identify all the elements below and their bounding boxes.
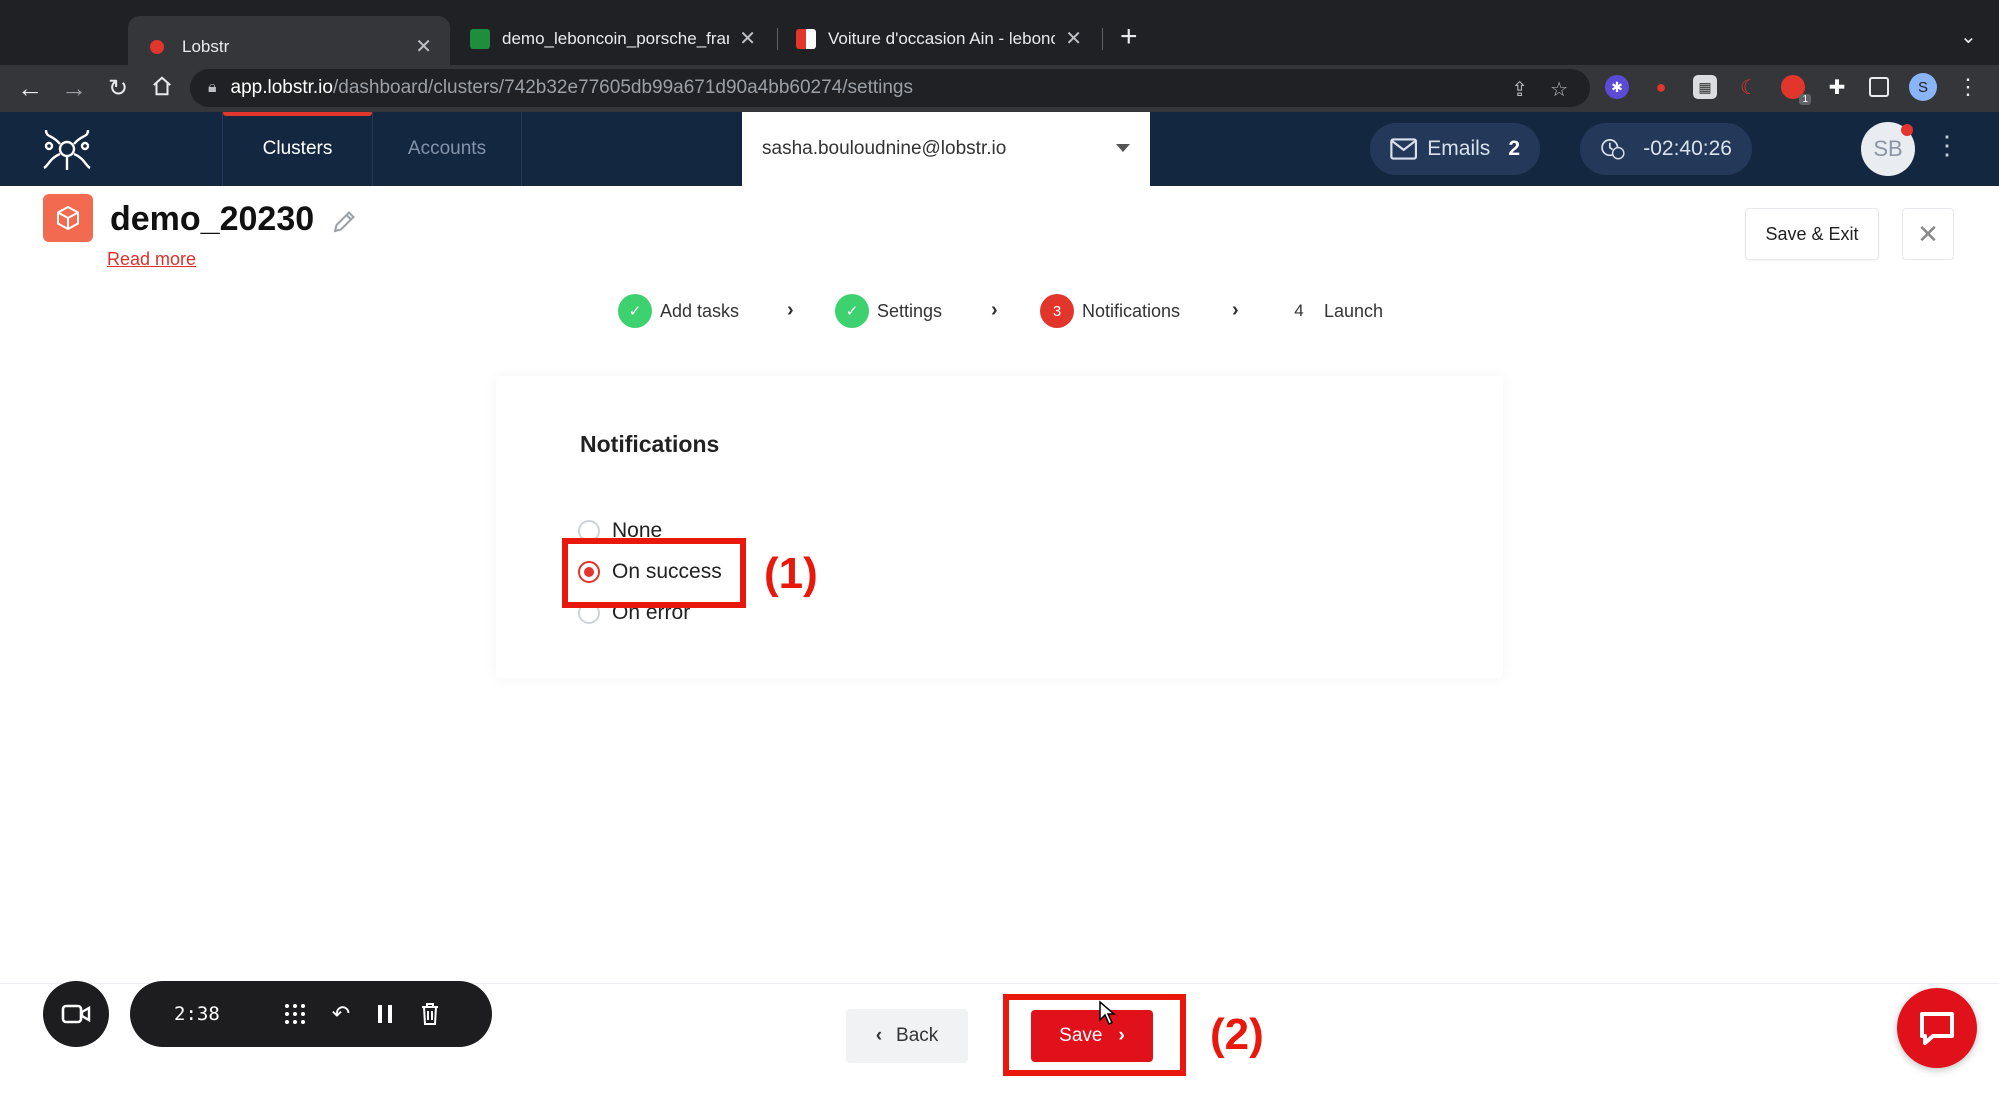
tab-title: Lobstr	[182, 36, 230, 56]
nav-tab-label: Accounts	[407, 138, 487, 159]
grid-dots-icon[interactable]	[284, 1003, 306, 1025]
back-button[interactable]: ‹ Back	[846, 1009, 968, 1063]
extension-badge-icon[interactable]: 1	[1781, 75, 1811, 105]
emails-label: Emails	[1427, 137, 1491, 160]
browser-profile-avatar[interactable]: S	[1909, 73, 1937, 101]
back-label: Back	[896, 1025, 939, 1046]
close-tab-icon[interactable]: ✕	[1065, 26, 1082, 51]
annotation-label-1: (1)	[764, 549, 818, 598]
read-more-link[interactable]: Read more	[107, 249, 196, 270]
tab-title: Voiture d'occasion Ain - leboncoin	[828, 28, 1056, 48]
step-number: 4	[1282, 294, 1316, 328]
extension-badge-count: 1	[1799, 94, 1811, 105]
undo-icon[interactable]: ↶	[332, 1001, 350, 1027]
annotation-label-2: (2)	[1210, 1010, 1264, 1059]
url-host: app.lobstr.io	[230, 77, 333, 98]
side-panel-icon[interactable]	[1869, 77, 1889, 97]
step-notifications[interactable]: 3 Notifications	[1040, 293, 1180, 329]
chat-support-button[interactable]	[1897, 988, 1977, 1068]
user-avatar[interactable]: SB	[1861, 122, 1915, 176]
checkmark-icon: ✓	[835, 294, 869, 328]
home-icon[interactable]	[140, 73, 184, 104]
step-label: Notifications	[1082, 300, 1181, 321]
step-label: Settings	[877, 300, 943, 321]
credits-timer[interactable]: -02:40:26	[1580, 123, 1752, 175]
account-email: sasha.bouloudnine@lobstr.io	[762, 138, 1007, 159]
leboncoin-favicon-icon	[796, 28, 816, 49]
forward-arrow-icon[interactable]: →	[52, 73, 96, 104]
puzzle-extensions-icon[interactable]: ✚	[1825, 75, 1849, 99]
back-arrow-icon[interactable]: ←	[8, 73, 52, 104]
extension-moon-icon[interactable]: ☾	[1737, 75, 1761, 99]
step-add-tasks[interactable]: ✓ Add tasks	[618, 293, 739, 329]
step-settings[interactable]: ✓ Settings	[835, 293, 942, 329]
url-path: /dashboard/clusters/742b32e77605db99a671…	[332, 77, 913, 98]
caret-down-icon	[1116, 144, 1130, 152]
close-tab-icon[interactable]: ✕	[415, 34, 432, 59]
checkmark-icon: ✓	[618, 294, 652, 328]
emails-count: 2	[1508, 137, 1520, 160]
pause-icon[interactable]	[376, 1003, 394, 1025]
bookmark-star-icon[interactable]: ☆	[1550, 77, 1568, 102]
envelope-icon	[1390, 138, 1418, 160]
notification-dot	[1901, 124, 1913, 136]
browser-tab-leboncoin[interactable]: Voiture d'occasion Ain - leboncoin ✕	[778, 16, 1100, 61]
share-icon[interactable]: ⇪	[1511, 77, 1528, 102]
camera-icon[interactable]	[43, 981, 109, 1047]
mouse-pointer-icon	[1099, 1000, 1116, 1026]
tab-search-chevron-icon[interactable]: ⌄	[1960, 24, 1977, 49]
nav-tab-accounts[interactable]: Accounts	[372, 112, 522, 186]
annotation-box-1	[562, 538, 746, 608]
avatar-initials: SB	[1873, 136, 1903, 161]
extension-red-icon[interactable]: ●	[1649, 75, 1673, 99]
extension-purple-icon[interactable]: ✱	[1605, 75, 1629, 99]
browser-menu-kebab-icon[interactable]: ⋮	[1957, 74, 1979, 100]
credits-timer-value: -02:40:26	[1643, 137, 1732, 160]
app-menu-kebab-icon[interactable]: ⋮	[1934, 132, 1960, 158]
trash-icon[interactable]	[420, 1002, 440, 1026]
emails-button[interactable]: Emails 2	[1370, 123, 1540, 175]
active-tab-indicator	[223, 112, 372, 116]
browser-tab-sheet[interactable]: demo_leboncoin_porsche_fran ✕	[452, 16, 774, 61]
recording-time: 2:38	[174, 1003, 220, 1025]
address-bar[interactable]: 🔒︎ app.lobstr.io/dashboard/clusters/742b…	[190, 69, 1590, 107]
close-tab-icon[interactable]: ✕	[739, 26, 756, 51]
lobstr-logo-icon[interactable]	[40, 124, 94, 174]
step-label: Launch	[1324, 300, 1384, 321]
nav-tab-label: Clusters	[262, 138, 333, 159]
tab-title: demo_leboncoin_porsche_fran	[502, 28, 730, 48]
extension-image-icon[interactable]: ▦	[1693, 75, 1717, 99]
recorder-controls: 2:38 ↶	[130, 981, 492, 1047]
chevron-left-icon: ‹	[875, 1025, 883, 1046]
chevron-right-icon: ›	[787, 299, 794, 321]
pencil-icon[interactable]	[330, 208, 358, 236]
chevron-right-icon: ›	[1232, 299, 1239, 321]
close-icon[interactable]: ✕	[1902, 208, 1954, 260]
lobstr-favicon-icon	[150, 39, 164, 54]
account-select[interactable]: sasha.bouloudnine@lobstr.io	[742, 112, 1150, 186]
chevron-right-icon: ›	[991, 299, 998, 321]
tab-separator	[1102, 28, 1103, 50]
step-launch[interactable]: 4 Launch	[1282, 293, 1383, 329]
step-number: 3	[1040, 294, 1074, 328]
new-tab-icon[interactable]: +	[1120, 22, 1138, 52]
cube-icon	[43, 194, 93, 242]
sheets-favicon-icon	[470, 28, 490, 49]
cluster-name: demo_20230​	[110, 200, 315, 238]
clock-credits-icon	[1601, 139, 1625, 160]
step-label: Add tasks	[660, 300, 740, 321]
app-header: Clusters Accounts sasha.bouloudnine@lobs…	[0, 112, 1999, 186]
save-exit-button[interactable]: Save & Exit	[1745, 208, 1879, 260]
extensions-area: ✱ ● ▦ ☾ 1 ✚ S ⋮	[1605, 73, 1979, 105]
lock-icon: 🔒︎	[208, 79, 217, 96]
reload-icon[interactable]: ↻	[96, 74, 140, 103]
annotation-box-2	[1003, 994, 1186, 1076]
nav-tab-clusters[interactable]: Clusters	[222, 112, 372, 186]
chat-bubble-icon	[1920, 1012, 1954, 1045]
card-title: Notifications	[580, 431, 720, 457]
browser-toolbar: ← → ↻ 🔒︎ app.lobstr.io/dashboard/cluster…	[0, 65, 1999, 112]
